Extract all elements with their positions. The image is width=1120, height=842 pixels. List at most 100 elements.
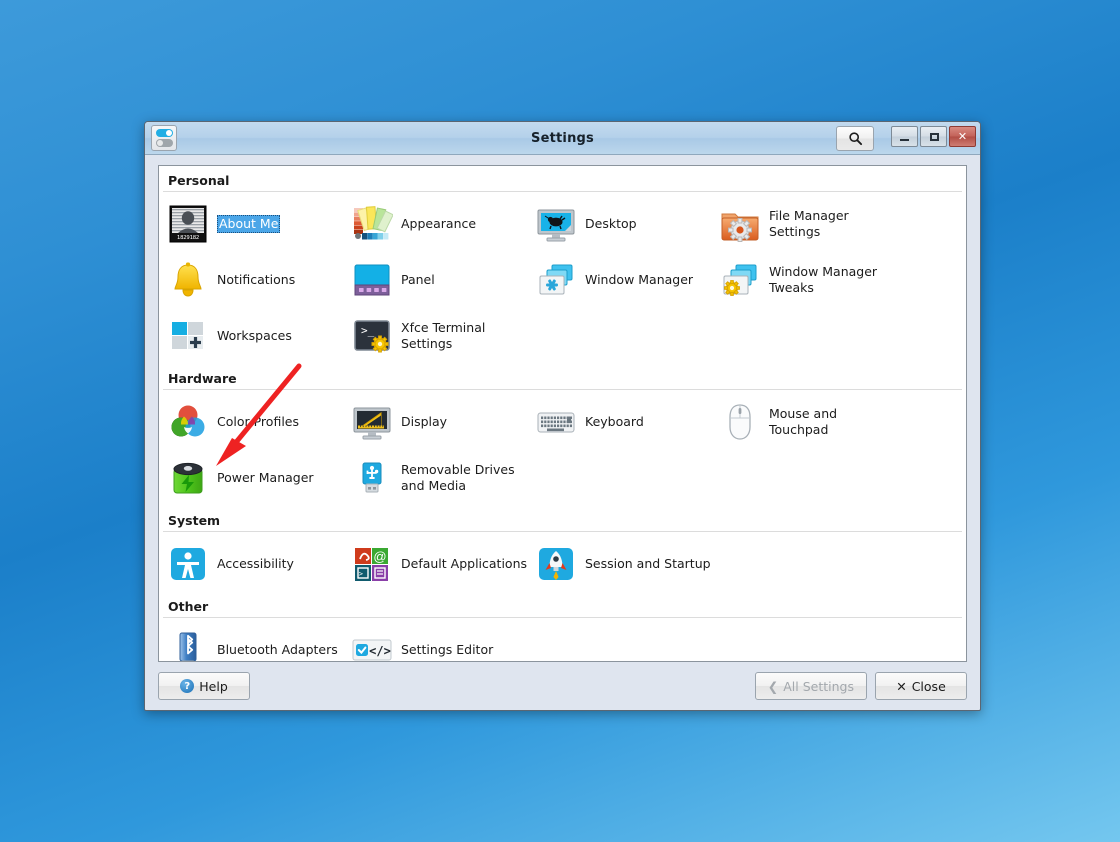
settings-item-label: Mouse and Touchpad [769, 405, 838, 438]
settings-item-label: Default Applications [401, 555, 528, 571]
settings-item-label: Keyboard [585, 413, 644, 429]
settings-item-display[interactable]: Display [343, 394, 527, 450]
panel-icon [351, 259, 393, 301]
settings-item-label: Notifications [217, 271, 296, 287]
help-button[interactable]: ? Help [158, 672, 250, 700]
section-heading: Personal [168, 173, 230, 188]
settings-item-xfce-terminal-settings[interactable]: >_ Xfce Terminal Settings [343, 308, 527, 364]
section-personal: Personal 1829182 About Me Appearance Des… [159, 166, 966, 364]
settings-item-about-me[interactable]: 1829182 About Me [159, 196, 343, 252]
settings-item-accessibility[interactable]: Accessibility [159, 536, 343, 592]
section-heading: Hardware [168, 371, 237, 386]
svg-text:@: @ [373, 549, 386, 564]
windows-star-icon [535, 259, 577, 301]
x-icon: ✕ [896, 678, 907, 694]
settings-item-label: Panel [401, 271, 435, 287]
settings-item-session-and-startup[interactable]: Session and Startup [527, 536, 711, 592]
settings-item-color-profiles[interactable]: Color Profiles [159, 394, 343, 450]
section-divider [163, 531, 962, 532]
settings-item-label: Bluetooth Adapters [217, 641, 338, 657]
settings-item-workspaces[interactable]: Workspaces [159, 308, 343, 364]
all-settings-label: All Settings [783, 678, 854, 694]
settings-item-power-manager[interactable]: Power Manager [159, 450, 343, 506]
battery-bolt-icon [167, 457, 209, 499]
maximize-button[interactable] [920, 126, 947, 147]
primary-buttons: ❮ All Settings ✕ Close [754, 672, 967, 700]
section-divider [163, 389, 962, 390]
settings-item-label: Accessibility [217, 555, 294, 571]
settings-item-label: Session and Startup [585, 555, 711, 571]
settings-item-label: Appearance [401, 215, 477, 231]
settings-item-file-manager-settings[interactable]: File Manager Settings [711, 196, 895, 252]
settings-item-notifications[interactable]: Notifications [159, 252, 343, 308]
settings-item-label: Desktop [585, 215, 637, 231]
dialog-button-bar: ? Help ❮ All Settings ✕ Close [145, 662, 980, 710]
svg-text:1829182: 1829182 [177, 235, 199, 241]
bell-icon [167, 259, 209, 301]
code-brackets-icon: </> [351, 629, 393, 661]
section-grid: Accessibility @ >_ Default Applications [159, 536, 966, 592]
section-grid: 1829182 About Me Appearance Desktop File… [159, 196, 966, 364]
close-button-label: Close [911, 678, 946, 694]
content-area: Personal 1829182 About Me Appearance Des… [145, 155, 980, 662]
color-circles-icon [167, 401, 209, 443]
settings-item-appearance[interactable]: Appearance [343, 196, 527, 252]
all-settings-button[interactable]: ❮ All Settings [754, 672, 867, 700]
settings-item-label: Color Profiles [217, 413, 299, 429]
question-mark-icon: ? [180, 679, 195, 693]
workspaces-grid-icon [167, 315, 209, 357]
settings-item-label: Window Manager Tweaks [769, 263, 878, 296]
settings-item-mouse-and-touchpad[interactable]: Mouse and Touchpad [711, 394, 895, 450]
folder-gear-orange-icon [719, 203, 761, 245]
settings-item-label: Xfce Terminal Settings [401, 319, 486, 352]
chevron-left-icon: ❮ [767, 678, 779, 694]
usb-drive-icon [351, 457, 393, 499]
rocket-icon [535, 543, 577, 585]
settings-item-label: Power Manager [217, 469, 314, 485]
monitor-mouse-icon [535, 203, 577, 245]
search-button[interactable] [836, 126, 874, 151]
section-system: System Accessibility @ >_ Default Applic… [159, 506, 966, 592]
settings-item-label: Removable Drives and Media [401, 461, 515, 494]
section-grid: Color Profiles Display Keyboard Mouse an… [159, 394, 966, 506]
section-heading: Other [168, 599, 209, 614]
section-grid: Bluetooth Adapters </> Settings Editor [159, 622, 966, 661]
svg-text:>_: >_ [359, 570, 368, 578]
mouse-icon [719, 401, 761, 443]
section-divider [163, 191, 962, 192]
search-icon [848, 132, 862, 146]
window-titlebar[interactable]: Settings ✕ [145, 122, 980, 155]
settings-item-bluetooth-adapters[interactable]: Bluetooth Adapters [159, 622, 343, 661]
terminal-gear-icon: >_ [351, 315, 393, 357]
accessibility-person-icon [167, 543, 209, 585]
help-button-label: Help [199, 678, 228, 694]
settings-window: Settings ✕ Personal 1829182 About Me App… [144, 121, 981, 711]
settings-item-settings-editor[interactable]: </> Settings Editor [343, 622, 527, 661]
close-button[interactable]: ✕ [949, 126, 976, 147]
settings-item-removable-drives-and-media[interactable]: Removable Drives and Media [343, 450, 527, 506]
svg-text:</>: </> [369, 644, 391, 658]
settings-item-panel[interactable]: Panel [343, 252, 527, 308]
settings-item-keyboard[interactable]: Keyboard [527, 394, 711, 450]
settings-item-label: Workspaces [217, 327, 292, 343]
settings-item-desktop[interactable]: Desktop [527, 196, 711, 252]
settings-item-default-applications[interactable]: @ >_ Default Applications [343, 536, 527, 592]
settings-item-window-manager-tweaks[interactable]: Window Manager Tweaks [711, 252, 895, 308]
four-app-squares-icon: @ >_ [351, 543, 393, 585]
minimize-button[interactable] [891, 126, 918, 147]
settings-item-window-manager[interactable]: Window Manager [527, 252, 711, 308]
desktop-background: Settings ✕ Personal 1829182 About Me App… [0, 0, 1120, 842]
close-icon: ✕ [957, 130, 968, 143]
keyboard-icon [535, 401, 577, 443]
close-dialog-button[interactable]: ✕ Close [875, 672, 967, 700]
section-other: Other Bluetooth Adapters </> Settings Ed… [159, 592, 966, 661]
bluetooth-dongle-icon [167, 629, 209, 661]
section-divider [163, 617, 962, 618]
window-controls: ✕ [891, 126, 976, 147]
section-hardware: Hardware Color Profiles Display Keyboard… [159, 364, 966, 506]
settings-item-label: Settings Editor [401, 641, 494, 657]
color-swatches-icon [351, 203, 394, 245]
settings-item-label: Display [401, 413, 448, 429]
settings-item-label: About Me [217, 214, 281, 234]
svg-text:>_: >_ [361, 324, 375, 337]
